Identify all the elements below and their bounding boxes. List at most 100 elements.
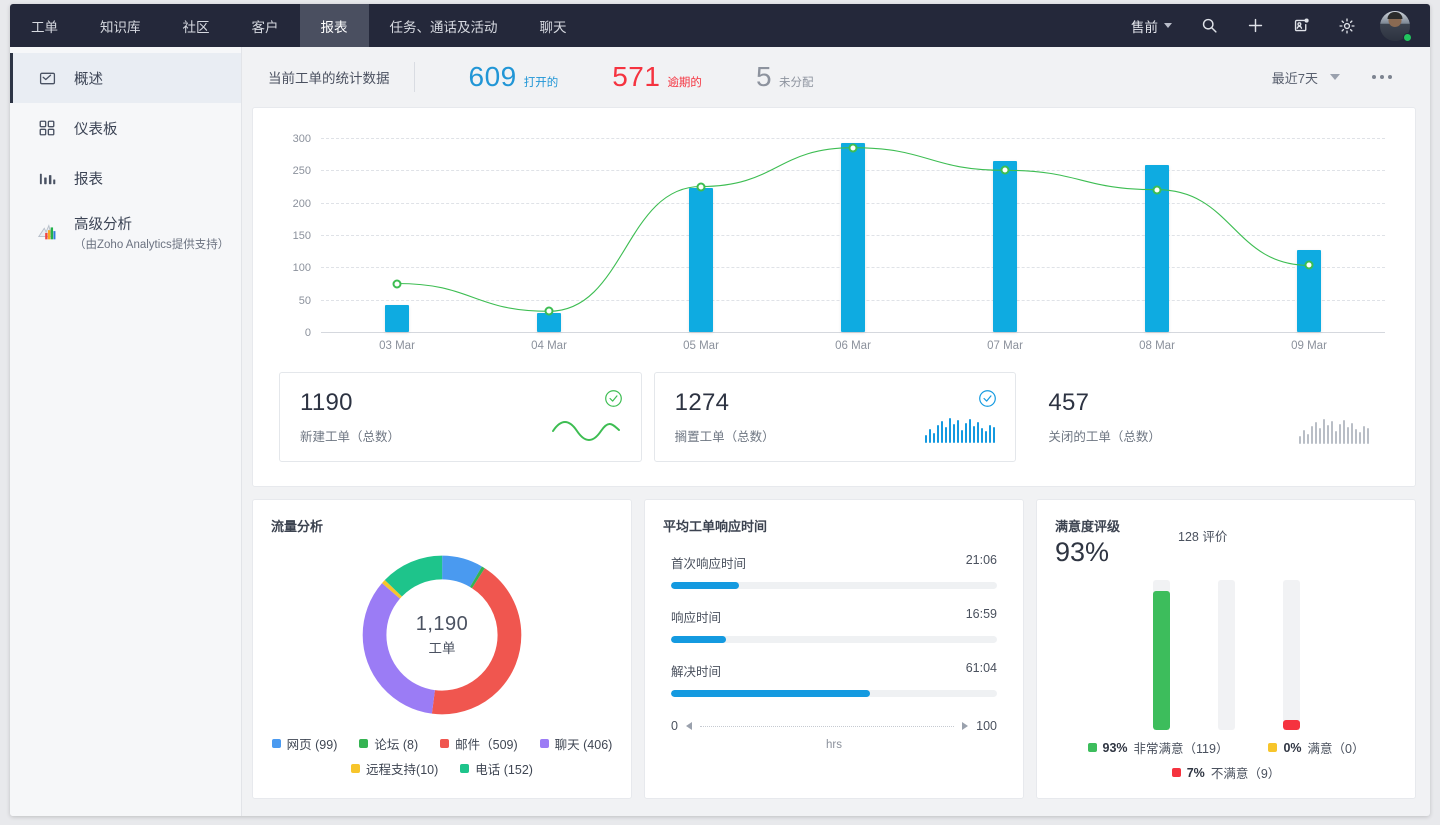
- search-icon[interactable]: [1188, 4, 1230, 47]
- tab-0[interactable]: 工单: [10, 4, 79, 47]
- line-point[interactable]: [1153, 185, 1162, 194]
- app-body: 概述 仪表板: [10, 47, 1430, 816]
- bar-chart-icon: [36, 169, 58, 188]
- tab-2[interactable]: 社区: [162, 4, 231, 47]
- stat-label: 未分配: [779, 74, 814, 90]
- stat-label: 打开的: [524, 74, 559, 90]
- legend-percent: 93%: [1103, 741, 1128, 755]
- satisfaction-legend-item[interactable]: 7%不满意（9）: [1172, 763, 1281, 782]
- more-options-button[interactable]: [1366, 69, 1398, 85]
- sidebar-item-overview[interactable]: 概述: [10, 53, 241, 103]
- bottom-panels: 流量分析 1,190 工单 网页 (99)论坛 (8)邮件（509)聊天 (40…: [252, 499, 1416, 799]
- y-axis-tick: 100: [293, 262, 311, 274]
- legend-swatch: [440, 739, 449, 748]
- sidebar-item-reports[interactable]: 报表: [10, 153, 241, 203]
- legend-item[interactable]: 远程支持(10): [351, 759, 438, 778]
- sidebar-item-dashboard[interactable]: 仪表板: [10, 103, 241, 153]
- response-track: [671, 636, 997, 643]
- sidebar-item-advanced-analytics[interactable]: 高级分析 （由Zoho Analytics提供支持）: [10, 203, 241, 261]
- satisfaction-legend-item[interactable]: 0% 满意（0）: [1268, 738, 1364, 757]
- tab-1[interactable]: 知识库: [79, 4, 162, 47]
- response-value: 61:04: [966, 661, 997, 680]
- kpi-label: 搁置工单（总数）: [675, 426, 775, 445]
- notification-icon[interactable]: [1280, 4, 1322, 47]
- response-row-2: 解决时间61:04: [671, 661, 997, 697]
- panel-title: 满意度评级: [1055, 516, 1120, 535]
- kpi-card-1[interactable]: 1274 搁置工单（总数）: [654, 372, 1017, 462]
- kpi-card-2[interactable]: 457关闭的工单（总数）: [1028, 372, 1389, 462]
- line-point[interactable]: [849, 143, 858, 152]
- satisfaction-percent: 93%: [1055, 537, 1120, 568]
- response-row-1: 响应时间16:59: [671, 607, 997, 643]
- legend-label: 聊天 (406): [555, 734, 613, 753]
- tab-4[interactable]: 报表: [300, 4, 369, 47]
- satisfaction-bar-0[interactable]: [1153, 580, 1170, 730]
- online-status-dot: [1403, 33, 1412, 42]
- line-point[interactable]: [697, 182, 706, 191]
- tab-label: 任务、通话及活动: [390, 16, 498, 36]
- period-selector[interactable]: 最近7天: [1272, 68, 1340, 87]
- satisfaction-bar-1[interactable]: [1218, 580, 1235, 730]
- plus-icon[interactable]: [1234, 4, 1276, 47]
- response-label: 首次响应时间: [671, 553, 746, 572]
- satisfaction-bar-fill: [1283, 720, 1300, 731]
- response-fill: [671, 690, 870, 697]
- line-point[interactable]: [393, 279, 402, 288]
- legend-label: 论坛 (8): [374, 734, 418, 753]
- legend-item[interactable]: 邮件（509): [440, 734, 518, 753]
- panel-title: 平均工单响应时间: [663, 516, 1005, 535]
- satisfaction-bar-2[interactable]: [1283, 580, 1300, 730]
- satisfaction-bar-fill: [1153, 591, 1170, 731]
- tab-5[interactable]: 任务、通话及活动: [369, 4, 519, 47]
- analytics-icon: [36, 220, 58, 244]
- line-point[interactable]: [545, 307, 554, 316]
- legend-percent: 0%: [1283, 741, 1301, 755]
- kpi-value: 1274: [675, 389, 775, 417]
- donut-total-value: 1,190: [416, 609, 469, 639]
- legend-label: 非常满意（119）: [1134, 738, 1229, 757]
- legend-item[interactable]: 电话 (152): [460, 759, 533, 778]
- stat-item-1[interactable]: 571逾期的: [558, 61, 702, 93]
- tab-label: 社区: [183, 16, 210, 36]
- tab-6[interactable]: 聊天: [519, 4, 588, 47]
- line-point[interactable]: [1305, 261, 1314, 270]
- line-point[interactable]: [1001, 166, 1010, 175]
- chevron-down-icon: [1164, 23, 1172, 28]
- kpi-sparkline: [551, 373, 621, 461]
- check-circle-icon: [604, 389, 623, 413]
- legend-label: 满意（0）: [1308, 738, 1365, 757]
- kpi-label: 新建工单（总数）: [300, 426, 400, 445]
- donut-center-label: 1,190 工单: [416, 609, 469, 659]
- y-axis-tick: 50: [299, 295, 311, 307]
- response-track: [671, 690, 997, 697]
- overview-icon: [36, 69, 58, 88]
- x-axis-tick: 05 Mar: [683, 340, 719, 352]
- tab-3[interactable]: 客户: [231, 4, 300, 47]
- tab-label: 报表: [321, 16, 348, 36]
- tab-label: 工单: [31, 16, 58, 36]
- stat-item-2[interactable]: 5未分配: [702, 61, 814, 93]
- stat-label: 逾期的: [667, 74, 702, 90]
- stat-item-0[interactable]: 609打开的: [415, 61, 559, 93]
- legend-item[interactable]: 聊天 (406): [540, 734, 613, 753]
- satisfaction-legend-item[interactable]: 93% 非常满意（119）: [1088, 738, 1229, 757]
- kpi-card-0[interactable]: 1190新建工单（总数）: [279, 372, 642, 462]
- legend-label: 电话 (152): [475, 759, 533, 778]
- gear-icon[interactable]: [1326, 4, 1368, 47]
- app-window: 工单知识库社区客户报表任务、通话及活动聊天 售前: [10, 4, 1430, 816]
- tickets-chart: 050100150200250300 03 Mar04 Mar05 Mar06 …: [273, 128, 1393, 360]
- top-navigation: 工单 知识库 社区 客户 报表 任务、通话及活动 聊天 售前: [10, 4, 1430, 47]
- kpi-sparkline: [1299, 372, 1370, 462]
- y-axis-tick: 250: [293, 165, 311, 177]
- legend-swatch: [272, 739, 281, 748]
- main-tabs: 工单 知识库 社区 客户 报表 任务、通话及活动 聊天: [10, 4, 588, 47]
- gridline: 0: [321, 332, 1385, 333]
- legend-item[interactable]: 网页 (99): [272, 734, 338, 753]
- department-selector[interactable]: 售前: [1119, 16, 1184, 36]
- legend-item[interactable]: 论坛 (8): [359, 734, 418, 753]
- y-axis-tick: 200: [293, 198, 311, 210]
- scale-max: 100: [976, 719, 997, 733]
- satisfaction-reviews: 128 评价: [1178, 526, 1227, 545]
- legend-percent: 7%: [1187, 766, 1205, 780]
- user-avatar[interactable]: [1372, 4, 1418, 47]
